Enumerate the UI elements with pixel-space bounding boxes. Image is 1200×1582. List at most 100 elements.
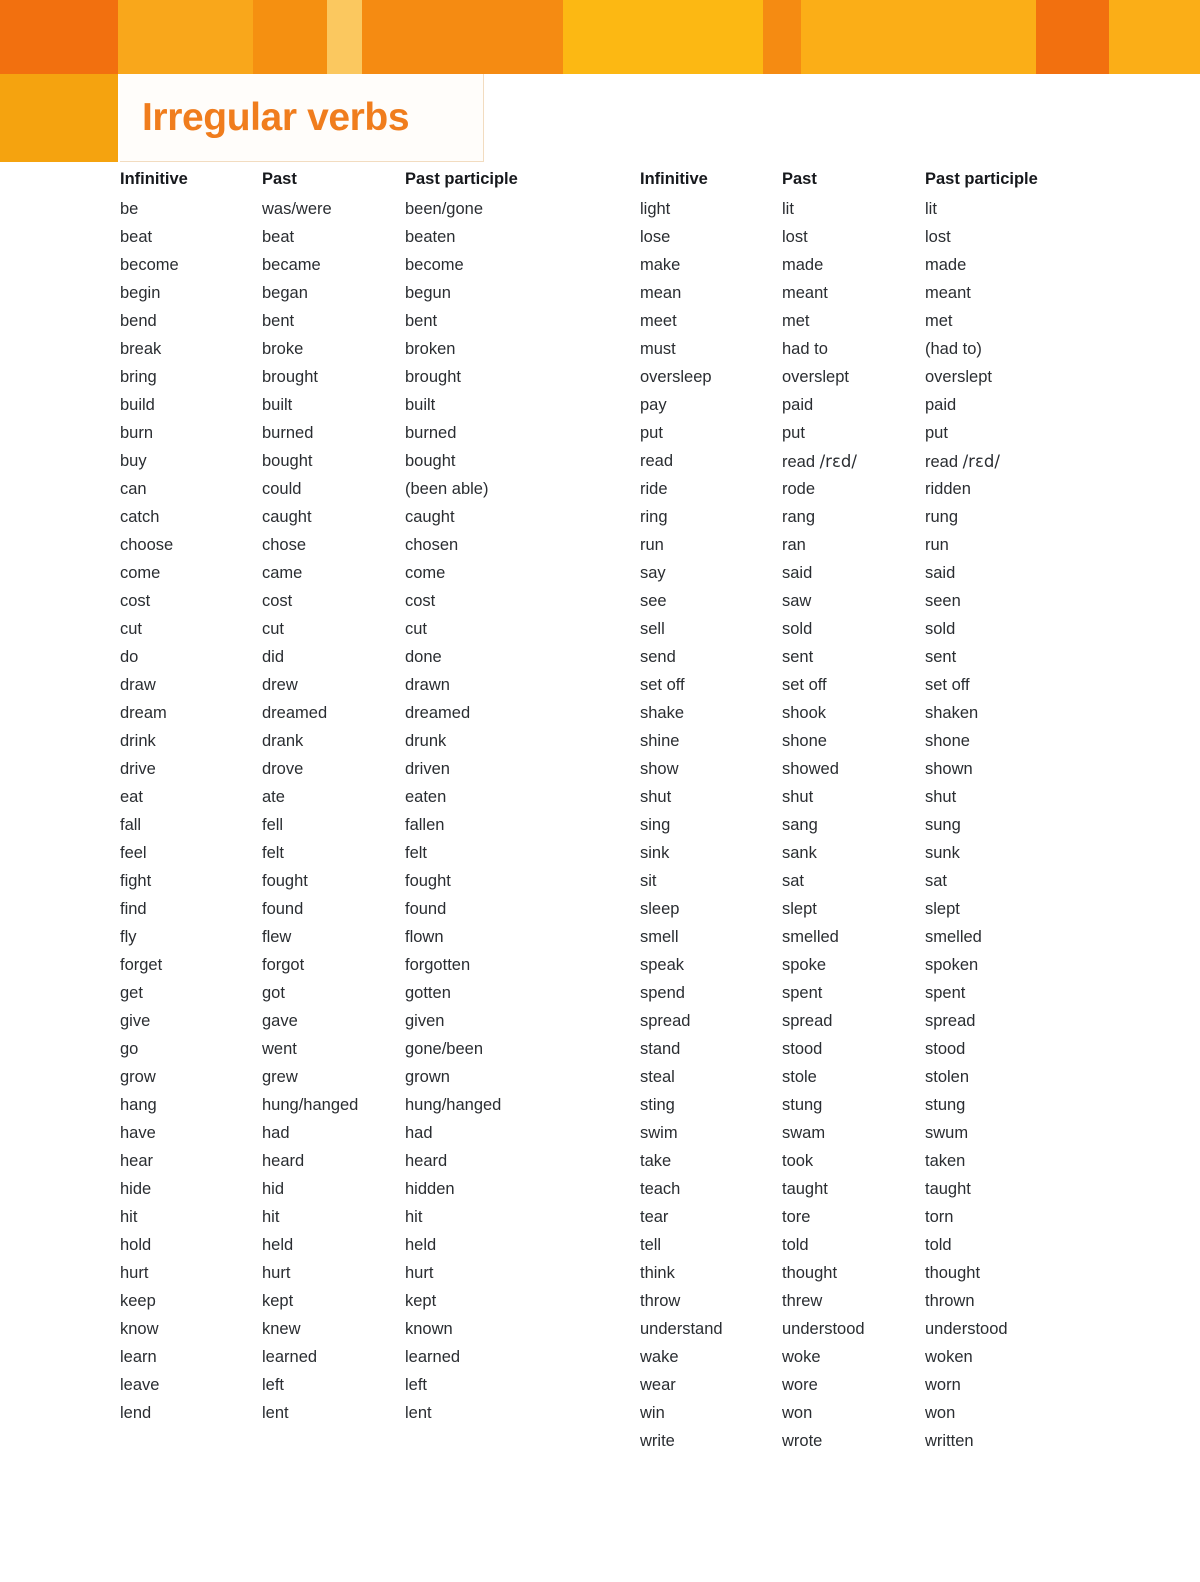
cell-past-participle: read /rɛd/: [925, 452, 1000, 471]
cell-past-participle: paid: [925, 396, 957, 414]
cell-past-participle: hit: [405, 1208, 423, 1226]
table-row: teach taught taught: [640, 1180, 1160, 1208]
table-header-row: Infinitive Past Past participle: [640, 170, 1160, 200]
table-row: make made made: [640, 256, 1160, 284]
cell-past: made: [782, 256, 824, 274]
cell-past-participle: shut: [925, 788, 957, 806]
cell-infinitive: dream: [120, 704, 167, 722]
cell-infinitive: swim: [640, 1124, 678, 1142]
table-row: buy bought bought: [120, 452, 640, 480]
cell-past-participle: sat: [925, 872, 948, 890]
cell-past-participle: stood: [925, 1040, 966, 1058]
cell-infinitive: buy: [120, 452, 147, 470]
cell-past-participle: cut: [405, 620, 428, 638]
cell-past: lit: [782, 200, 794, 218]
table-row: hide hid hidden: [120, 1180, 640, 1208]
cell-past-participle: set off: [925, 676, 970, 694]
cell-past-participle: given: [405, 1012, 445, 1030]
banner-band-7: [763, 0, 801, 74]
cell-past-participle: eaten: [405, 788, 447, 806]
cell-infinitive: understand: [640, 1320, 723, 1338]
cell-past: slept: [782, 900, 817, 918]
cell-past: grew: [262, 1068, 298, 1086]
cell-past-participle: lent: [405, 1404, 432, 1422]
table-row: learn learned learned: [120, 1348, 640, 1376]
table-row: sting stung stung: [640, 1096, 1160, 1124]
cell-past-participle: gone/been: [405, 1040, 483, 1058]
cell-infinitive: cut: [120, 620, 143, 638]
cell-past: stung: [782, 1096, 823, 1114]
cell-infinitive: lose: [640, 228, 671, 246]
cell-past: spent: [782, 984, 823, 1002]
left-accent-block: [0, 74, 118, 162]
cell-past-participle: rung: [925, 508, 959, 526]
table-row: drink drank drunk: [120, 732, 640, 760]
cell-infinitive: run: [640, 536, 664, 554]
table-row: come came come: [120, 564, 640, 592]
column-header-infinitive: Infinitive: [640, 170, 708, 188]
cell-past-participle: beaten: [405, 228, 456, 246]
table-row: cost cost cost: [120, 592, 640, 620]
cell-past: had: [262, 1124, 290, 1142]
cell-infinitive: shake: [640, 704, 685, 722]
table-row: tear tore torn: [640, 1208, 1160, 1236]
cell-infinitive: send: [640, 648, 676, 666]
column-header-infinitive: Infinitive: [120, 170, 188, 188]
table-row: stand stood stood: [640, 1040, 1160, 1068]
table-row: read read /rɛd/read /rɛd/: [640, 452, 1160, 480]
cell-past-participle: fought: [405, 872, 451, 890]
cell-past-participle: overslept: [925, 368, 992, 386]
cell-past-participle: burned: [405, 424, 457, 442]
cell-past: was/were: [262, 200, 332, 218]
cell-infinitive: get: [120, 984, 143, 1002]
table-row: find found found: [120, 900, 640, 928]
cell-past-participle: bought: [405, 452, 456, 470]
cell-past-participle: had: [405, 1124, 433, 1142]
table-row: draw drew drawn: [120, 676, 640, 704]
cell-past-participle: held: [405, 1236, 437, 1254]
cell-past: woke: [782, 1348, 821, 1366]
table-row: steal stole stolen: [640, 1068, 1160, 1096]
cell-past-participle: woken: [925, 1348, 973, 1366]
cell-infinitive: pay: [640, 396, 667, 414]
cell-past-participle: ridden: [925, 480, 971, 498]
cell-past: drove: [262, 760, 304, 778]
cell-infinitive: shut: [640, 788, 672, 806]
table-row: hit hit hit: [120, 1208, 640, 1236]
cell-past-participle: understood: [925, 1320, 1008, 1338]
cell-past: came: [262, 564, 303, 582]
cell-past-participle: spent: [925, 984, 966, 1002]
cell-past-participle: forgotten: [405, 956, 471, 974]
table-row: get got gotten: [120, 984, 640, 1012]
table-row: light lit lit: [640, 200, 1160, 228]
table-row: hurt hurt hurt: [120, 1264, 640, 1292]
cell-infinitive: win: [640, 1404, 665, 1422]
cell-past: lent: [262, 1404, 289, 1422]
table-row: fall fell fallen: [120, 816, 640, 844]
table-row: throw threw thrown: [640, 1292, 1160, 1320]
cell-past: stole: [782, 1068, 817, 1086]
table-row: choose chose chosen: [120, 536, 640, 564]
cell-infinitive: break: [120, 340, 162, 358]
table-row: fly flew flown: [120, 928, 640, 956]
table-header-row: Infinitive Past Past participle: [120, 170, 640, 200]
table-row: feel felt felt: [120, 844, 640, 872]
cell-past: fought: [262, 872, 308, 890]
cell-past-participle: gotten: [405, 984, 451, 1002]
cell-past-participle: made: [925, 256, 967, 274]
cell-infinitive: wake: [640, 1348, 679, 1366]
page-title: Irregular verbs: [142, 96, 410, 139]
cell-infinitive: hit: [120, 1208, 138, 1226]
cell-past-participle: chosen: [405, 536, 459, 554]
cell-infinitive: put: [640, 424, 663, 442]
banner-band-4: [327, 0, 362, 74]
table-row: sleep slept slept: [640, 900, 1160, 928]
cell-infinitive: spend: [640, 984, 685, 1002]
table-row: hang hung/hanged hung/hanged: [120, 1096, 640, 1124]
cell-infinitive: tell: [640, 1236, 662, 1254]
table-row: take took taken: [640, 1152, 1160, 1180]
table-row: drive drove driven: [120, 760, 640, 788]
cell-past: began: [262, 284, 308, 302]
cell-infinitive: cost: [120, 592, 151, 610]
table-row: have had had: [120, 1124, 640, 1152]
